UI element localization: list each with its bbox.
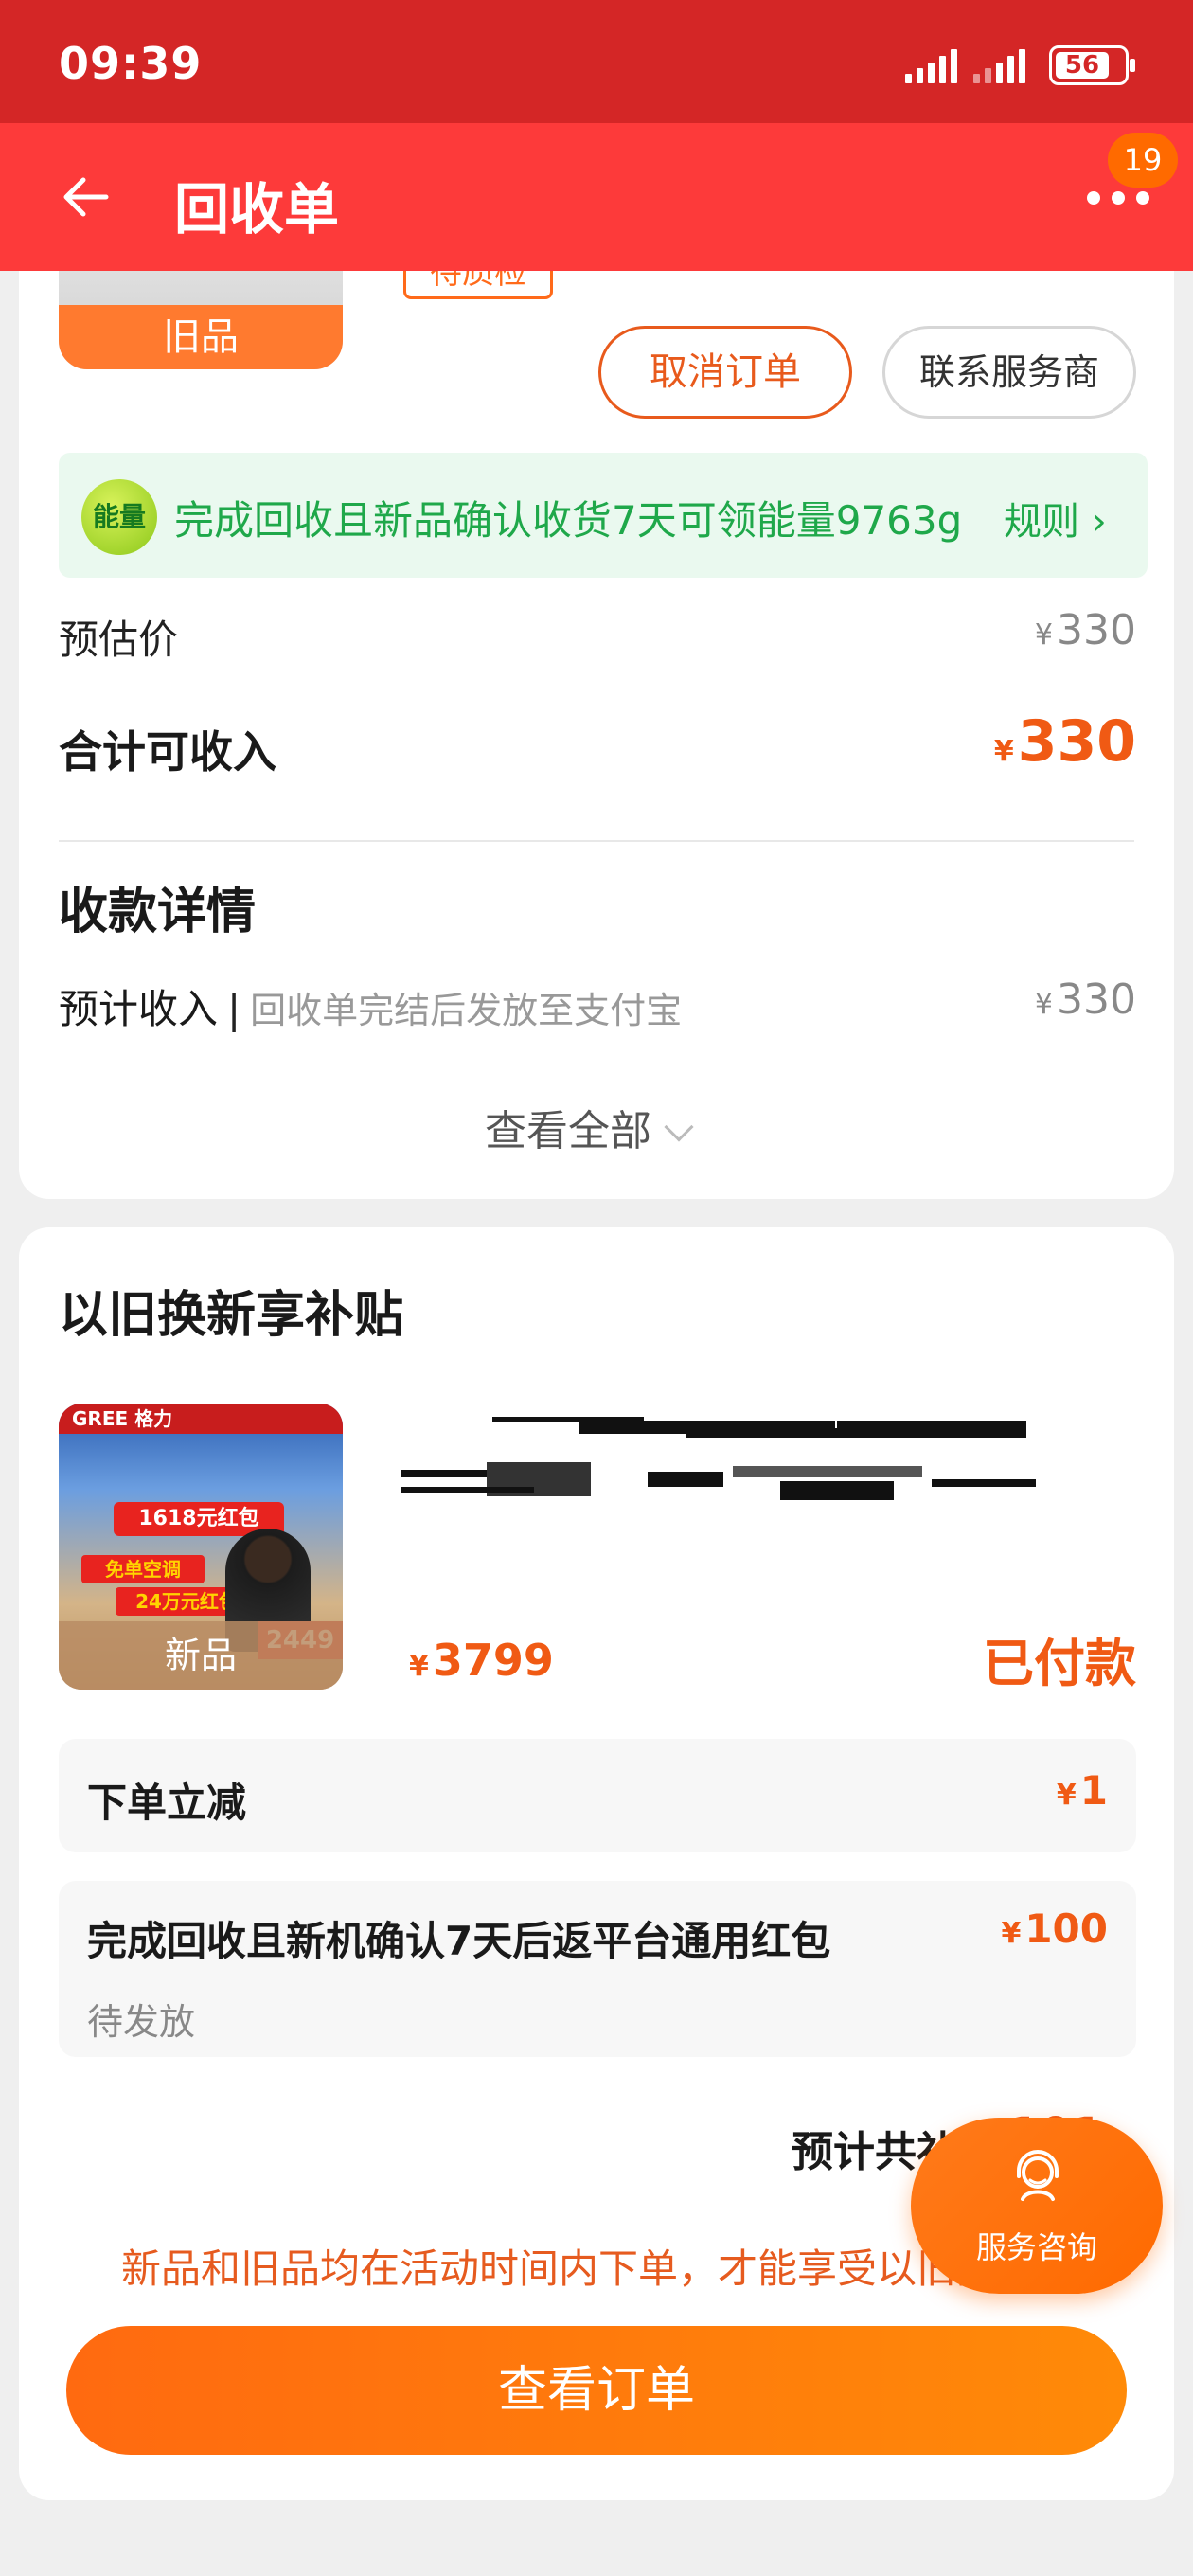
new-item-label: 新品: [59, 1621, 343, 1690]
app-header: 回收单: [0, 123, 1193, 271]
page-title: 回收单: [174, 177, 340, 242]
trade-in-title: 以旧换新享补贴: [59, 1287, 404, 1344]
signal-2-icon: [973, 49, 1025, 83]
service-consult-button[interactable]: 服务咨询: [911, 2118, 1163, 2294]
divider: [59, 840, 1134, 842]
energy-icon: 能量: [81, 479, 157, 555]
payment-details-title: 收款详情: [59, 884, 257, 940]
redacted-product-title: [401, 1409, 1102, 1513]
headset-icon: [1017, 2150, 1059, 2201]
energy-text: 完成回收且新品确认收货7天可领能量9763g: [174, 497, 963, 544]
total-income-label: 合计可收入: [59, 726, 276, 778]
red-packet-value: ¥100: [1001, 1905, 1108, 1952]
red-packet-label: 完成回收且新机确认7天后返平台通用红包: [87, 1918, 831, 1964]
expected-income-value: ¥330: [1034, 975, 1136, 1024]
chevron-down-icon: [664, 1112, 694, 1142]
order-discount-row: 下单立减 ¥1: [59, 1739, 1136, 1852]
energy-banner[interactable]: 能量 完成回收且新品确认收货7天可领能量9763g 规则 ›: [59, 453, 1148, 578]
service-label: 服务咨询: [975, 2229, 1097, 2265]
view-all-button[interactable]: 查看全部: [485, 1097, 694, 1157]
status-bar: 09:39 56: [0, 0, 1193, 123]
total-income-value: ¥330: [993, 708, 1136, 775]
battery-level: 56: [1056, 52, 1109, 79]
signal-icon: [905, 49, 957, 83]
old-item-label: 旧品: [59, 305, 343, 369]
status-time: 09:39: [59, 38, 203, 89]
expected-income-note: 回收单完结后发放至支付宝: [250, 990, 683, 1031]
new-item-image[interactable]: GREE 格力 1618元红包 免单空调 24万元红包 2449 新品: [59, 1404, 343, 1690]
thumb-brand: GREE 格力: [59, 1404, 343, 1434]
battery-icon: 56: [1049, 45, 1135, 85]
view-order-button[interactable]: 查看订单: [66, 2326, 1127, 2455]
more-icon[interactable]: [1085, 186, 1153, 208]
back-arrow-icon[interactable]: [59, 169, 116, 225]
new-item-price: ¥3799: [409, 1635, 554, 1686]
expected-income-row: 预计收入 | 回收单完结后发放至支付宝: [59, 986, 683, 1032]
red-packet-status: 待发放: [87, 2001, 196, 2043]
cancel-order-button[interactable]: 取消订单: [598, 326, 852, 419]
energy-rule-link[interactable]: 规则 ›: [1004, 491, 1107, 546]
notification-badge: 19: [1108, 133, 1178, 188]
order-discount-label: 下单立减: [87, 1780, 247, 1826]
contact-provider-button[interactable]: 联系服务商: [882, 326, 1136, 419]
order-discount-value: ¥1: [1056, 1767, 1108, 1814]
estimate-price-label: 预估价: [59, 617, 179, 663]
payment-status: 已付款: [983, 1634, 1136, 1693]
red-packet-row: 完成回收且新机确认7天后返平台通用红包 ¥100 待发放: [59, 1881, 1136, 2057]
thumb-promo-2: 免单空调: [81, 1555, 205, 1583]
expected-income-label: 预计收入: [59, 986, 219, 1032]
estimate-price-value: ¥330: [1034, 606, 1136, 654]
activity-note: 新品和旧品均在活动时间内下单，才能享受以旧换新补贴: [121, 2245, 992, 2292]
